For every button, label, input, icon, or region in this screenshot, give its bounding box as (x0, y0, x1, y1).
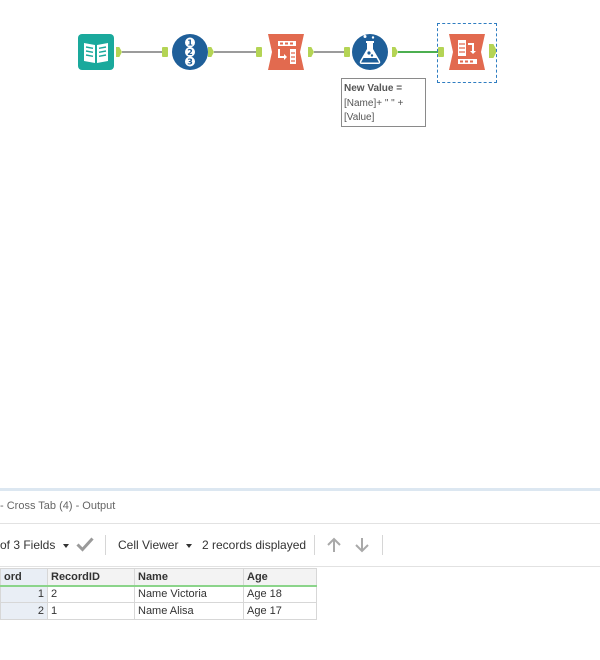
chevron-down-icon (186, 543, 193, 548)
results-toolbar: of 3 Fields Cell Viewer 2 records displa… (0, 524, 600, 566)
record-id-tool[interactable]: 1 2 3 (171, 33, 209, 71)
name-cell[interactable]: Name Victoria (134, 585, 244, 603)
column-header-record[interactable]: ord (0, 568, 48, 587)
flask-icon (352, 34, 388, 70)
transpose-icon (268, 34, 304, 70)
cross-tab-icon (449, 34, 485, 70)
output-anchor[interactable] (392, 47, 398, 57)
results-divider-bar[interactable] (0, 488, 600, 491)
toolbar-separator (105, 535, 106, 555)
annotation-line-2: [Name]+ " " + (344, 97, 404, 109)
input-data-tool[interactable] (77, 33, 115, 71)
fields-dropdown[interactable]: of 3 Fields (0, 538, 70, 552)
column-header-name[interactable]: Name (134, 568, 244, 587)
output-anchor[interactable] (116, 47, 122, 57)
results-title: - Cross Tab (4) - Output (0, 500, 116, 512)
connection-2[interactable] (214, 51, 256, 53)
recordid-cell[interactable]: 2 (47, 585, 135, 603)
table-row[interactable]: 1 2 Name Victoria Age 18 (0, 585, 317, 603)
workflow-canvas[interactable]: 1 2 3 New Value = [Name]+ " " + [Value] (0, 0, 600, 488)
chevron-down-icon (63, 543, 70, 548)
toolbar-separator (314, 535, 315, 555)
annotation-bold-text: New Value = (344, 83, 403, 94)
checkmark-icon[interactable] (76, 536, 94, 555)
table-header-row: ord RecordID Name Age (0, 568, 317, 587)
cell-viewer-dropdown[interactable]: Cell Viewer (118, 538, 193, 552)
connection-3[interactable] (314, 51, 344, 53)
fields-dropdown-label: of 3 Fields (0, 538, 56, 552)
numbered-list-icon: 1 2 3 (172, 34, 208, 70)
input-anchor[interactable] (162, 47, 168, 57)
record-number-cell[interactable]: 2 (0, 602, 48, 620)
cross-tab-tool[interactable] (447, 33, 485, 71)
svg-text:3: 3 (187, 58, 193, 67)
results-pane: - Cross Tab (4) - Output of 3 Fields Cel… (0, 488, 600, 660)
cell-viewer-label: Cell Viewer (118, 538, 179, 552)
column-header-age[interactable]: Age (243, 568, 317, 587)
svg-text:2: 2 (187, 48, 193, 57)
connection-1[interactable] (122, 51, 162, 53)
input-anchor[interactable] (344, 47, 350, 57)
formula-tool[interactable] (351, 33, 389, 71)
transpose-tool[interactable] (266, 33, 304, 71)
age-cell[interactable]: Age 17 (243, 602, 317, 620)
recordid-cell[interactable]: 1 (47, 602, 135, 620)
records-displayed-label: 2 records displayed (202, 538, 307, 552)
name-cell[interactable]: Name Alisa (134, 602, 244, 620)
arrow-up-icon[interactable] (325, 536, 343, 557)
toolbar-separator (382, 535, 383, 555)
arrow-down-icon[interactable] (353, 536, 371, 557)
output-anchor[interactable] (308, 47, 314, 57)
column-header-recordid[interactable]: RecordID (47, 568, 135, 587)
connection-4-selected[interactable] (398, 51, 438, 53)
results-table: ord RecordID Name Age 1 2 Name Victoria … (0, 568, 317, 620)
svg-text:1: 1 (187, 39, 193, 48)
age-cell[interactable]: Age 18 (243, 585, 317, 603)
table-row[interactable]: 2 1 Name Alisa Age 17 (0, 602, 317, 620)
book-icon (78, 34, 114, 70)
input-anchor[interactable] (256, 47, 262, 57)
annotation-line-3: [Value] (344, 112, 375, 123)
formula-annotation[interactable]: New Value = [Name]+ " " + [Value] (341, 78, 426, 127)
divider (0, 566, 600, 567)
record-number-cell[interactable]: 1 (0, 585, 48, 603)
